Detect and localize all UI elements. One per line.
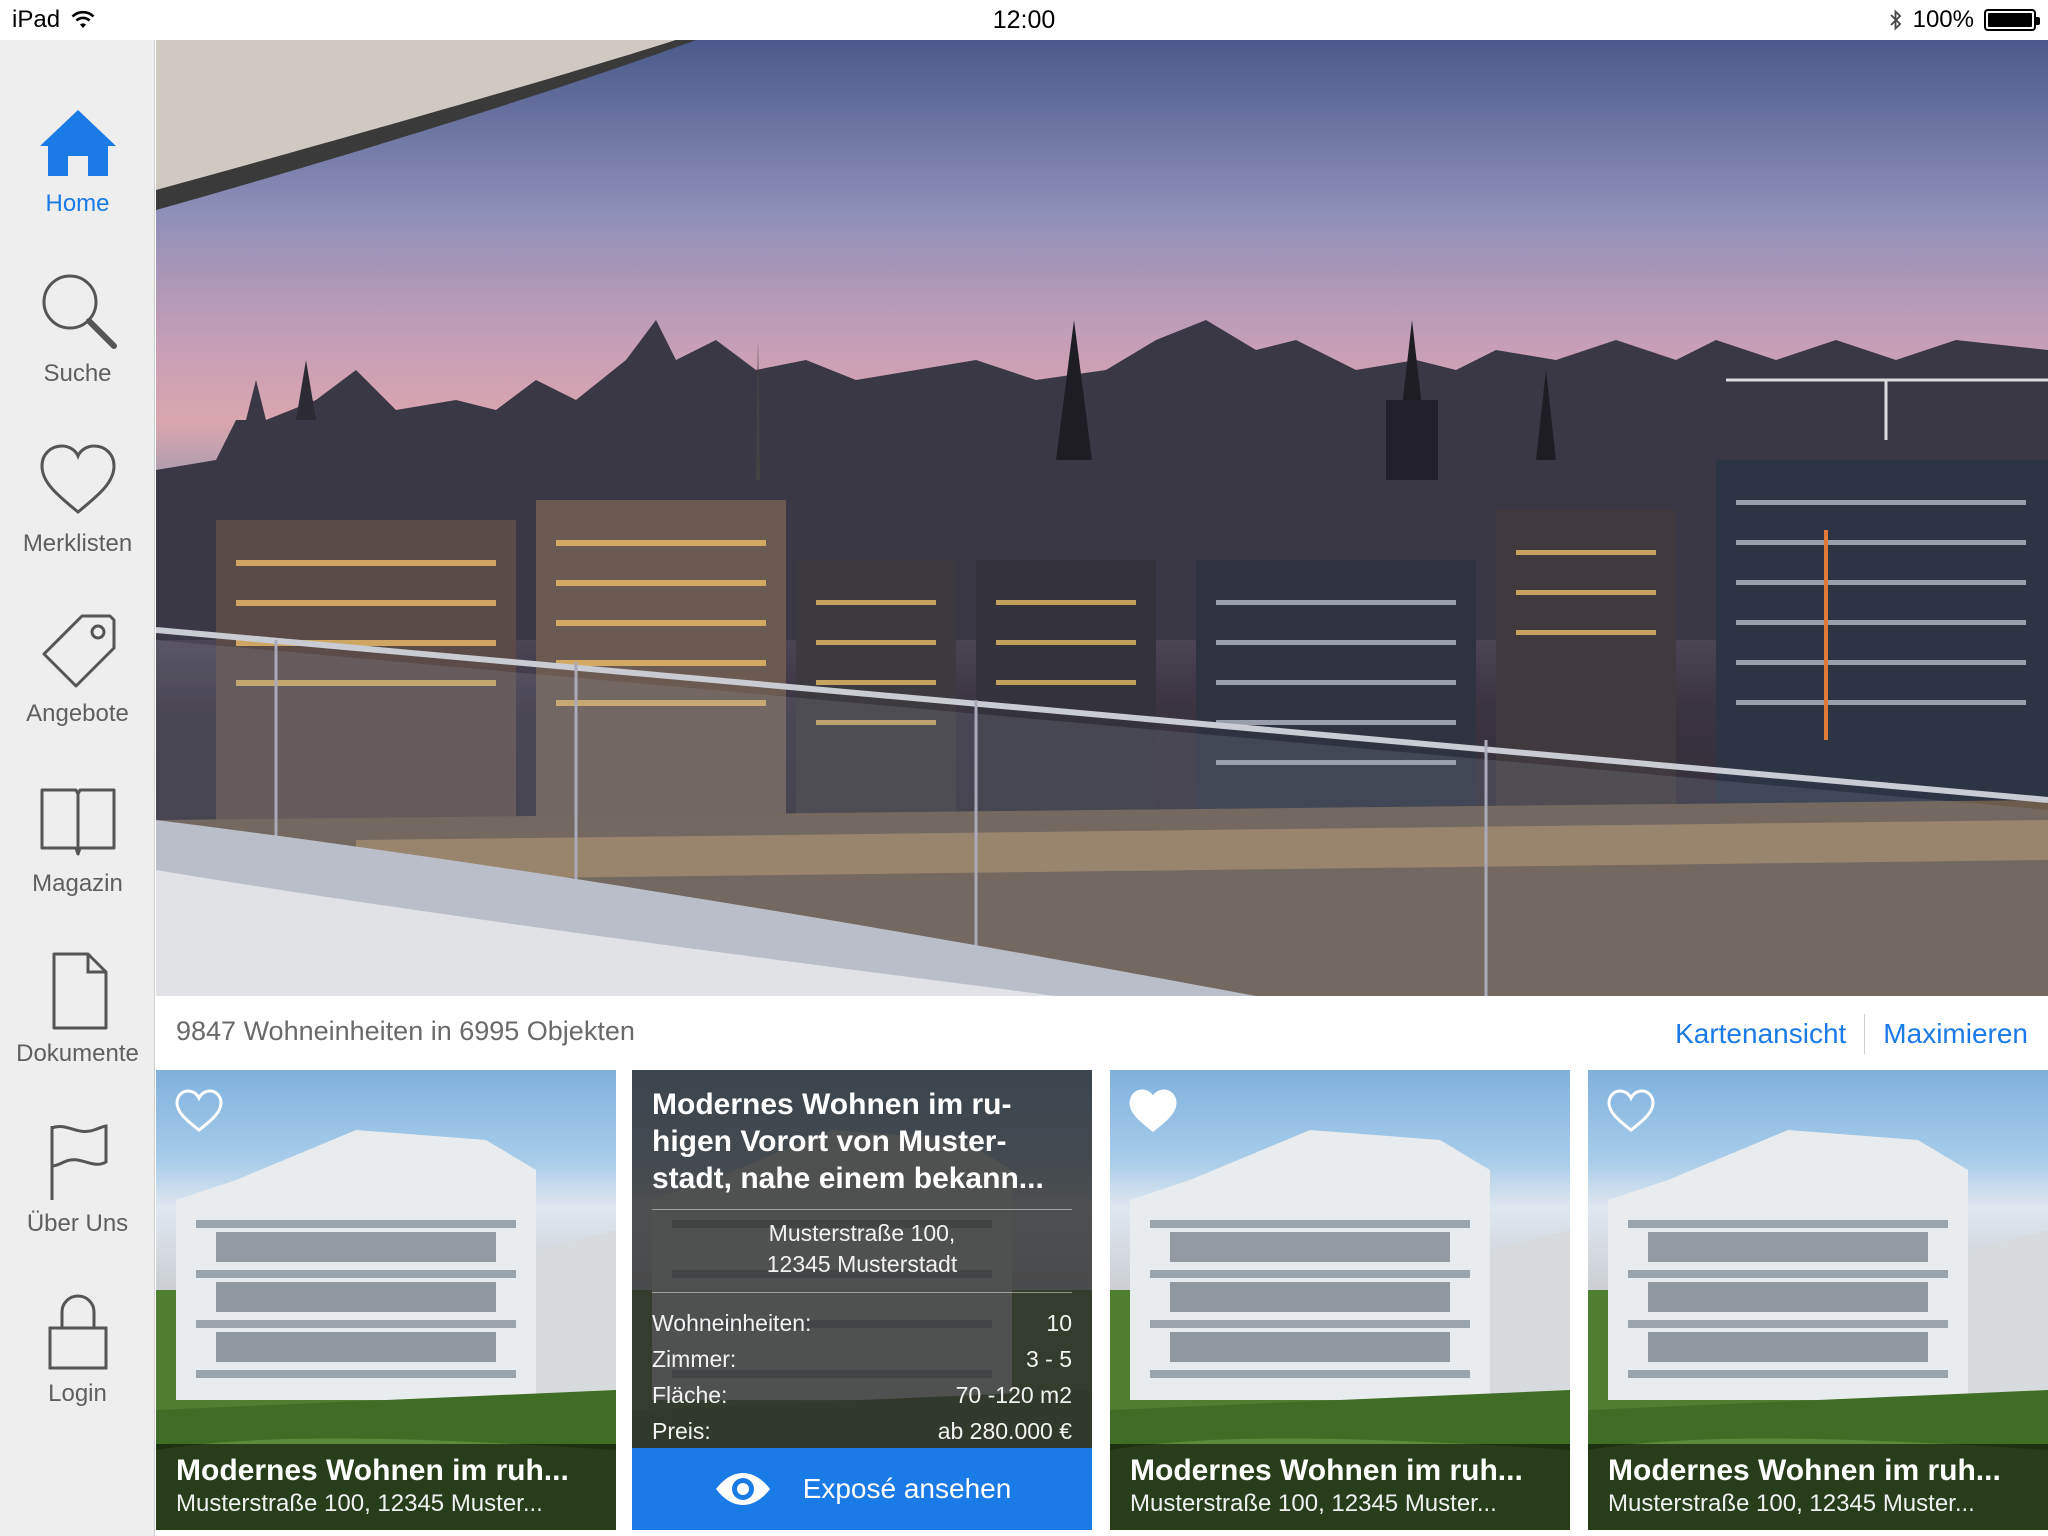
divider	[652, 1209, 1072, 1210]
sidebar-item-angebote[interactable]: Angebote	[0, 608, 155, 758]
home-icon	[39, 110, 116, 176]
detail-title: Modernes Wohnen im ru-higen Vorort von M…	[652, 1088, 1044, 1195]
sidebar-item-label: Home	[45, 190, 110, 217]
sidebar-item-label: Login	[48, 1380, 107, 1407]
card-address: Musterstraße 100, 12345 Muster...	[176, 1490, 543, 1517]
address-line-1: Musterstraße 100,	[768, 1220, 956, 1246]
battery-icon	[1984, 9, 2040, 31]
detail-address: Musterstraße 100, 12345 Musterstadt	[652, 1218, 1072, 1280]
eye-icon	[715, 1473, 770, 1505]
favorite-heart-icon[interactable]	[1606, 1088, 1656, 1134]
listing-carousel: Modernes Wohnen im ruh... Musterstraße 1…	[156, 1070, 2048, 1536]
fact-label: Fläche:	[652, 1382, 728, 1408]
map-view-link[interactable]: Kartenansicht	[1675, 1018, 1846, 1050]
document-icon	[52, 952, 107, 1030]
tag-icon	[42, 614, 115, 688]
sidebar-item-label: Merklisten	[22, 530, 133, 557]
clock: 12:00	[992, 6, 1056, 34]
fact-label: Preis:	[652, 1418, 711, 1444]
fact-value: 70 -120 m2	[955, 1382, 1072, 1408]
sidebar-item-magazin[interactable]: Magazin	[0, 778, 155, 928]
card-title: Modernes Wohnen im ruh...	[176, 1454, 569, 1487]
card-title: Modernes Wohnen im ruh...	[1608, 1454, 2001, 1487]
link-divider	[1864, 1014, 1866, 1054]
sidebar-item-label: Angebote	[26, 700, 129, 727]
lock-icon	[48, 1294, 107, 1370]
sidebar-item-ueber-uns[interactable]: Über Uns	[0, 1118, 155, 1268]
card-caption: Modernes Wohnen im ruh... Musterstraße 1…	[1588, 1444, 2048, 1530]
card-caption: Modernes Wohnen im ruh... Musterstraße 1…	[1110, 1444, 1570, 1530]
listing-card[interactable]: Modernes Wohnen im ruh... Musterstraße 1…	[156, 1070, 616, 1530]
card-address: Musterstraße 100, 12345 Muster...	[1608, 1490, 1975, 1517]
maximize-link[interactable]: Maximieren	[1883, 1018, 2028, 1050]
fact-row: Wohneinheiten: 10	[652, 1305, 1072, 1341]
search-icon	[42, 274, 117, 349]
fact-row: Preis: ab 280.000 €	[652, 1413, 1072, 1449]
flag-icon	[50, 1124, 107, 1200]
sidebar-item-label: Dokumente	[16, 1040, 139, 1067]
sidebar-item-login[interactable]: Login	[0, 1288, 155, 1438]
card-caption: Modernes Wohnen im ruh... Musterstraße 1…	[156, 1444, 616, 1530]
fact-row: Zimmer: 3 - 5	[652, 1341, 1072, 1377]
sidebar-item-label: Über Uns	[26, 1210, 129, 1237]
city-skyline-illustration	[156, 40, 2048, 996]
sidebar-item-dokumente[interactable]: Dokumente	[0, 948, 155, 1098]
detail-facts: Wohneinheiten: 10 Zimmer: 3 - 5 Fläche: 70 …	[652, 1305, 1072, 1449]
fact-row: Fläche: 70 -120 m2	[652, 1377, 1072, 1413]
fact-value: ab 280.000 €	[937, 1418, 1072, 1444]
listing-card-detail[interactable]: Modernes Wohnen im ru-higen Vorort von M…	[632, 1070, 1092, 1530]
results-count: 9847 Wohneinheiten in 6995 Objekten	[176, 1016, 635, 1046]
fact-value: 3 - 5	[1025, 1346, 1072, 1372]
expose-button-label: Exposé ansehen	[802, 1473, 1012, 1504]
fact-label: Wohneinheiten:	[652, 1310, 812, 1336]
battery-percentage: 100%	[1912, 6, 1974, 33]
results-bar: 9847 Wohneinheiten in 6995 Objekten Kart…	[156, 996, 2048, 1070]
divider	[652, 1292, 1072, 1293]
details-overlay: Modernes Wohnen im ru-higen Vorort von M…	[632, 1070, 1092, 1448]
card-title: Modernes Wohnen im ruh...	[1130, 1454, 1523, 1487]
address-line-2: 12345 Musterstadt	[766, 1251, 958, 1277]
favorite-heart-icon[interactable]	[174, 1088, 224, 1134]
card-address: Musterstraße 100, 12345 Muster...	[1130, 1490, 1497, 1517]
expose-button[interactable]: Exposé ansehen	[632, 1448, 1092, 1530]
book-icon	[40, 788, 115, 856]
listing-card[interactable]: Modernes Wohnen im ruh... Musterstraße 1…	[1110, 1070, 1570, 1530]
sidebar-item-label: Suche	[43, 360, 112, 387]
hero-image	[156, 40, 2048, 996]
listing-card[interactable]: Modernes Wohnen im ruh... Musterstraße 1…	[1588, 1070, 2048, 1530]
sidebar-item-suche[interactable]: Suche	[0, 268, 155, 418]
status-bar: iPad 12:00 100%	[0, 0, 2048, 40]
sidebar-nav: Home Suche Merklisten Angebote Magazin D…	[0, 40, 155, 1536]
sidebar-item-label: Magazin	[32, 870, 123, 897]
sidebar-item-merklisten[interactable]: Merklisten	[0, 438, 155, 588]
heart-icon	[39, 444, 116, 514]
favorite-heart-icon-filled[interactable]	[1128, 1088, 1178, 1134]
bluetooth-icon	[1889, 9, 1901, 31]
sidebar-item-home[interactable]: Home	[0, 98, 155, 248]
fact-label: Zimmer:	[652, 1346, 737, 1372]
fact-value: 10	[1046, 1310, 1072, 1336]
